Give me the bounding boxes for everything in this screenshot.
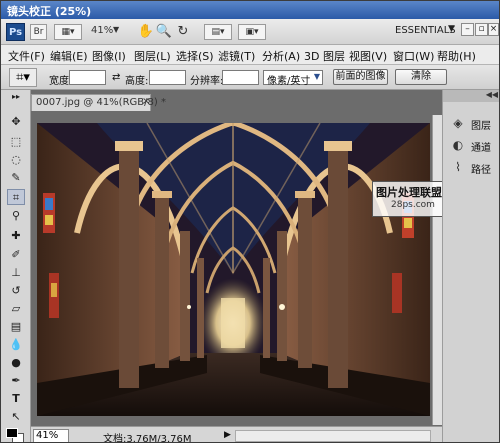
- height-input[interactable]: [149, 70, 186, 85]
- front-image-button[interactable]: 前面的图像: [333, 69, 388, 85]
- vertical-scrollbar[interactable]: [432, 115, 442, 425]
- collapse-icon[interactable]: ▸▸: [7, 93, 25, 101]
- status-menu-arrow-icon[interactable]: ▶: [224, 430, 231, 440]
- panel-channels[interactable]: ◐ 通道: [447, 136, 499, 154]
- lasso-tool-icon[interactable]: ◌: [7, 152, 25, 168]
- panel-paths[interactable]: ⌇ 路径: [447, 158, 499, 176]
- rotate-view-icon[interactable]: ↻: [174, 23, 192, 41]
- status-bar: 41% 文档:3.76M/3.76M ▶: [31, 426, 442, 443]
- menu-bar: 文件(F) 编辑(E) 图像(I) 图层(L) 选择(S) 滤镜(T) 分析(A…: [1, 45, 499, 65]
- restore-button[interactable]: ▫: [475, 23, 488, 36]
- menu-window[interactable]: 窗口(W): [393, 48, 434, 64]
- path-selection-tool-icon[interactable]: ↖: [7, 409, 25, 425]
- menu-layer[interactable]: 图层(L): [134, 48, 171, 64]
- bridge-button[interactable]: Br: [30, 24, 47, 40]
- channels-icon: ◐: [452, 138, 464, 152]
- panel-layers-label: 图层: [471, 121, 491, 132]
- swap-icon[interactable]: ⇄: [112, 72, 120, 83]
- type-tool-icon[interactable]: T: [7, 391, 25, 407]
- brush-tool-icon[interactable]: ✐: [7, 247, 25, 263]
- paths-icon: ⌇: [455, 160, 461, 174]
- image-canvas[interactable]: [37, 123, 430, 416]
- menu-3d[interactable]: 3D 图层: [304, 48, 345, 64]
- panel-dock-collapse-icon[interactable]: ◀◀: [443, 90, 499, 102]
- menu-file[interactable]: 文件(F): [8, 48, 45, 64]
- close-button[interactable]: ×: [488, 23, 499, 36]
- hand-tool-icon[interactable]: ✋: [137, 23, 155, 41]
- church-interior-photo: [37, 123, 430, 416]
- window-title: 镜头校正 (25%): [7, 5, 92, 18]
- move-tool-icon[interactable]: ✥: [7, 114, 25, 130]
- watermark-url: 28ps.com: [391, 200, 435, 210]
- width-input[interactable]: [69, 70, 106, 85]
- dodge-tool-icon[interactable]: ●: [7, 355, 25, 371]
- zoom-tool-icon[interactable]: 🔍: [155, 23, 173, 41]
- panel-layers[interactable]: ◈ 图层: [447, 114, 499, 132]
- menu-image[interactable]: 图像(I): [92, 48, 126, 64]
- panel-dock: ◀◀ ◈ 图层 ◐ 通道 ⌇ 路径: [442, 90, 499, 442]
- photoshop-window: 镜头校正 (25%) Ps Br ▦▾ 41% ▼ ✋ 🔍 ↻ ▤▾ ▣▾ ES…: [0, 0, 500, 443]
- zoom-level-dropdown[interactable]: 41%: [91, 25, 113, 36]
- chevron-down-icon: ▼: [113, 25, 120, 34]
- chevron-down-icon: ▼: [313, 72, 320, 81]
- menu-analysis[interactable]: 分析(A): [262, 48, 300, 64]
- document-tab[interactable]: 0007.jpg @ 41%(RGB/8) * ×: [31, 94, 166, 111]
- tools-panel: ▸▸ ✥ ⬚ ◌ ✎ ⌗ ⚲ ✚ ✐ ⊥ ↺ ▱ ▤ 💧 ● ✒ T ↖: [1, 90, 31, 442]
- view-extras-button[interactable]: ▦▾: [54, 24, 82, 40]
- photoshop-logo: Ps: [6, 23, 25, 41]
- quick-selection-tool-icon[interactable]: ✎: [7, 170, 25, 186]
- layers-icon: ◈: [453, 116, 463, 130]
- chevron-down-icon: ▼: [448, 24, 455, 34]
- workspace-switcher[interactable]: ESSENTIALS: [395, 25, 456, 36]
- clear-button[interactable]: 清除: [395, 69, 447, 85]
- title-bar: 镜头校正 (25%): [1, 1, 499, 19]
- document-size-info: 文档:3.76M/3.76M: [103, 434, 192, 443]
- panel-channels-label: 通道: [471, 143, 491, 154]
- crop-tool-icon[interactable]: ⌗: [7, 189, 25, 205]
- options-bar: ⌗▾ 宽度: ⇄ 高度: 分辨率: 像素/英寸 ▼ 前面的图像 清除: [1, 65, 499, 90]
- pen-tool-icon[interactable]: ✒: [7, 373, 25, 389]
- gradient-tool-icon[interactable]: ▤: [7, 319, 25, 335]
- document-area: 0007.jpg @ 41%(RGB/8) * × 41% 文档:3.76M/3…: [31, 90, 442, 443]
- clone-stamp-tool-icon[interactable]: ⊥: [7, 265, 25, 281]
- resolution-input[interactable]: [222, 70, 259, 85]
- horizontal-scrollbar[interactable]: [235, 430, 431, 442]
- menu-filter[interactable]: 滤镜(T): [218, 48, 255, 64]
- status-zoom-field[interactable]: 41%: [33, 429, 69, 442]
- screen-mode-button[interactable]: ▣▾: [238, 24, 266, 40]
- resolution-label: 分辨率:: [190, 76, 224, 87]
- minimize-button[interactable]: –: [461, 23, 474, 36]
- menu-edit[interactable]: 编辑(E): [50, 48, 88, 64]
- blur-tool-icon[interactable]: 💧: [7, 337, 25, 353]
- resolution-unit-select[interactable]: 像素/英寸 ▼: [263, 70, 323, 87]
- eyedropper-tool-icon[interactable]: ⚲: [7, 208, 25, 224]
- healing-brush-tool-icon[interactable]: ✚: [7, 228, 25, 244]
- menu-help[interactable]: 帮助(H): [437, 48, 476, 64]
- menu-select[interactable]: 选择(S): [176, 48, 214, 64]
- marquee-tool-icon[interactable]: ⬚: [7, 134, 25, 150]
- height-label: 高度:: [125, 76, 149, 87]
- arrange-documents-button[interactable]: ▤▾: [204, 24, 232, 40]
- application-bar: Ps Br ▦▾ 41% ▼ ✋ 🔍 ↻ ▤▾ ▣▾ ESSENTIALS ▼ …: [1, 19, 499, 45]
- history-brush-tool-icon[interactable]: ↺: [7, 283, 25, 299]
- close-icon[interactable]: ×: [142, 96, 150, 107]
- resolution-unit-value: 像素/英寸: [267, 76, 311, 87]
- foreground-color-swatch[interactable]: [6, 428, 18, 438]
- panel-paths-label: 路径: [471, 165, 491, 176]
- menu-view[interactable]: 视图(V): [349, 48, 387, 64]
- eraser-tool-icon[interactable]: ▱: [7, 301, 25, 317]
- crop-tool-preset-icon[interactable]: ⌗▾: [9, 68, 37, 87]
